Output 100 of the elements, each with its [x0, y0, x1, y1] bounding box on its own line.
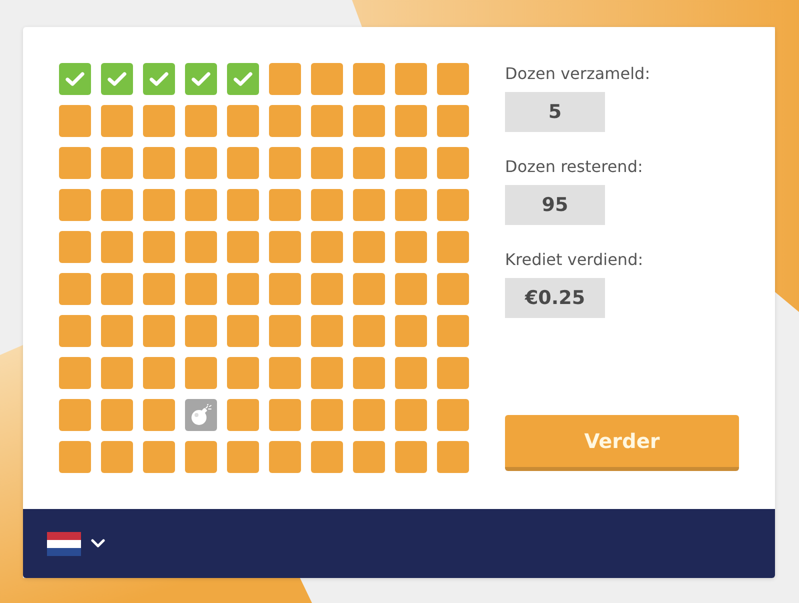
- closed-box-tile[interactable]: [227, 105, 259, 137]
- closed-box-tile[interactable]: [143, 315, 175, 347]
- closed-box-tile[interactable]: [227, 357, 259, 389]
- closed-box-tile[interactable]: [227, 441, 259, 473]
- closed-box-tile[interactable]: [311, 441, 343, 473]
- closed-box-tile[interactable]: [227, 399, 259, 431]
- chevron-down-icon[interactable]: [91, 539, 105, 548]
- closed-box-tile[interactable]: [395, 273, 427, 305]
- closed-box-tile[interactable]: [269, 315, 301, 347]
- closed-box-tile[interactable]: [59, 399, 91, 431]
- closed-box-tile[interactable]: [311, 315, 343, 347]
- closed-box-tile[interactable]: [437, 273, 469, 305]
- closed-box-tile[interactable]: [311, 231, 343, 263]
- closed-box-tile[interactable]: [227, 147, 259, 179]
- closed-box-tile[interactable]: [437, 63, 469, 95]
- closed-box-tile[interactable]: [185, 441, 217, 473]
- closed-box-tile[interactable]: [437, 189, 469, 221]
- closed-box-tile[interactable]: [353, 441, 385, 473]
- closed-box-tile[interactable]: [59, 315, 91, 347]
- closed-box-tile[interactable]: [269, 147, 301, 179]
- closed-box-tile[interactable]: [353, 147, 385, 179]
- closed-box-tile[interactable]: [269, 441, 301, 473]
- check-icon: [65, 71, 85, 87]
- closed-box-tile[interactable]: [437, 357, 469, 389]
- closed-box-tile[interactable]: [185, 189, 217, 221]
- closed-box-tile[interactable]: [59, 273, 91, 305]
- closed-box-tile[interactable]: [59, 231, 91, 263]
- closed-box-tile[interactable]: [395, 441, 427, 473]
- closed-box-tile[interactable]: [437, 147, 469, 179]
- closed-box-tile[interactable]: [395, 357, 427, 389]
- closed-box-tile[interactable]: [227, 231, 259, 263]
- closed-box-tile[interactable]: [143, 189, 175, 221]
- closed-box-tile[interactable]: [227, 273, 259, 305]
- closed-box-tile[interactable]: [143, 273, 175, 305]
- closed-box-tile[interactable]: [353, 189, 385, 221]
- closed-box-tile[interactable]: [185, 315, 217, 347]
- closed-box-tile[interactable]: [395, 231, 427, 263]
- closed-box-tile[interactable]: [143, 399, 175, 431]
- closed-box-tile[interactable]: [185, 231, 217, 263]
- closed-box-tile[interactable]: [269, 357, 301, 389]
- closed-box-tile[interactable]: [437, 231, 469, 263]
- closed-box-tile[interactable]: [311, 399, 343, 431]
- closed-box-tile[interactable]: [143, 441, 175, 473]
- closed-box-tile[interactable]: [269, 105, 301, 137]
- closed-box-tile[interactable]: [395, 63, 427, 95]
- closed-box-tile[interactable]: [101, 105, 133, 137]
- closed-box-tile[interactable]: [143, 357, 175, 389]
- closed-box-tile[interactable]: [311, 357, 343, 389]
- closed-box-tile[interactable]: [437, 399, 469, 431]
- closed-box-tile[interactable]: [59, 357, 91, 389]
- closed-box-tile[interactable]: [185, 105, 217, 137]
- closed-box-tile[interactable]: [227, 189, 259, 221]
- closed-box-tile[interactable]: [311, 105, 343, 137]
- bomb-icon: [190, 404, 212, 426]
- closed-box-tile[interactable]: [59, 189, 91, 221]
- flag-icon[interactable]: [47, 532, 81, 556]
- closed-box-tile[interactable]: [185, 357, 217, 389]
- closed-box-tile[interactable]: [395, 189, 427, 221]
- closed-box-tile[interactable]: [143, 105, 175, 137]
- closed-box-tile[interactable]: [101, 441, 133, 473]
- closed-box-tile[interactable]: [269, 231, 301, 263]
- closed-box-tile[interactable]: [269, 189, 301, 221]
- closed-box-tile[interactable]: [101, 231, 133, 263]
- closed-box-tile[interactable]: [101, 399, 133, 431]
- closed-box-tile[interactable]: [353, 357, 385, 389]
- closed-box-tile[interactable]: [353, 63, 385, 95]
- closed-box-tile[interactable]: [353, 273, 385, 305]
- closed-box-tile[interactable]: [269, 273, 301, 305]
- closed-box-tile[interactable]: [101, 315, 133, 347]
- closed-box-tile[interactable]: [395, 399, 427, 431]
- closed-box-tile[interactable]: [353, 399, 385, 431]
- closed-box-tile[interactable]: [353, 315, 385, 347]
- closed-box-tile[interactable]: [437, 105, 469, 137]
- closed-box-tile[interactable]: [185, 273, 217, 305]
- closed-box-tile[interactable]: [353, 105, 385, 137]
- closed-box-tile[interactable]: [59, 441, 91, 473]
- closed-box-tile[interactable]: [101, 189, 133, 221]
- closed-box-tile[interactable]: [269, 63, 301, 95]
- closed-box-tile[interactable]: [59, 147, 91, 179]
- stat-label: Krediet verdiend:: [505, 250, 644, 270]
- closed-box-tile[interactable]: [269, 399, 301, 431]
- closed-box-tile[interactable]: [311, 189, 343, 221]
- closed-box-tile[interactable]: [185, 147, 217, 179]
- closed-box-tile[interactable]: [101, 273, 133, 305]
- closed-box-tile[interactable]: [143, 147, 175, 179]
- closed-box-tile[interactable]: [353, 231, 385, 263]
- closed-box-tile[interactable]: [437, 441, 469, 473]
- closed-box-tile[interactable]: [311, 63, 343, 95]
- closed-box-tile[interactable]: [395, 315, 427, 347]
- closed-box-tile[interactable]: [311, 147, 343, 179]
- closed-box-tile[interactable]: [101, 147, 133, 179]
- closed-box-tile[interactable]: [311, 273, 343, 305]
- continue-button[interactable]: Verder: [505, 415, 739, 471]
- closed-box-tile[interactable]: [143, 231, 175, 263]
- closed-box-tile[interactable]: [395, 147, 427, 179]
- closed-box-tile[interactable]: [101, 357, 133, 389]
- closed-box-tile[interactable]: [437, 315, 469, 347]
- closed-box-tile[interactable]: [59, 105, 91, 137]
- closed-box-tile[interactable]: [227, 315, 259, 347]
- closed-box-tile[interactable]: [395, 105, 427, 137]
